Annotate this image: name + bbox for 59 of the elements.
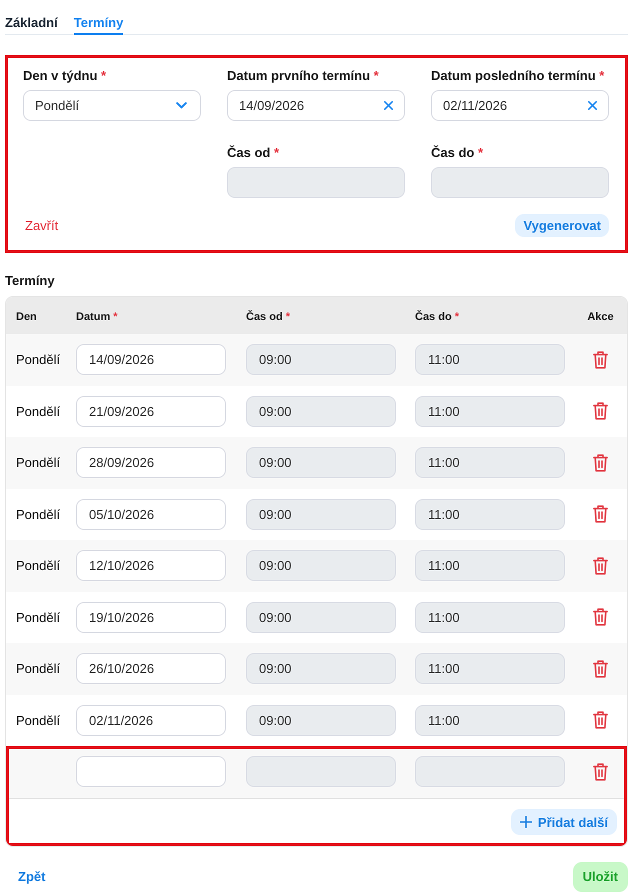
trash-icon — [593, 505, 608, 524]
close-icon[interactable] — [588, 101, 597, 110]
date-field[interactable]: 26/10/2026 — [76, 653, 226, 684]
trash-icon — [593, 660, 608, 678]
column-header: Den — [16, 311, 37, 323]
field-label: Čas do * — [431, 145, 484, 160]
table-cell: Pondělí — [16, 712, 60, 728]
trash-icon — [593, 454, 608, 472]
field-label: Den v týdnu * — [23, 68, 106, 83]
date-field[interactable]: 19/10/2026 — [76, 602, 226, 633]
date-field[interactable]: 05/10/2026 — [76, 498, 226, 530]
trash-icon — [593, 556, 608, 575]
delete-button[interactable] — [593, 762, 608, 781]
close-link[interactable]: Zavřít — [25, 218, 58, 233]
delete-button[interactable] — [593, 660, 608, 678]
generate-button[interactable]: Vygenerovat — [515, 214, 609, 237]
date-field[interactable]: 28/09/2026 — [76, 447, 226, 478]
delete-button[interactable] — [593, 454, 608, 472]
date-field[interactable] — [76, 756, 226, 788]
trash-icon — [593, 608, 608, 626]
delete-button[interactable] — [593, 505, 608, 524]
date-field[interactable]: 02/11/2026 — [76, 704, 226, 736]
column-header: Čas do * — [415, 311, 460, 323]
date-field[interactable]: 14/09/2026 — [76, 344, 226, 376]
add-row-button[interactable]: Přidat další — [510, 809, 617, 835]
date-field[interactable]: 12/10/2026 — [76, 550, 226, 582]
delete-button[interactable] — [593, 350, 608, 369]
delete-button[interactable] — [593, 402, 608, 420]
table-cell: Pondělí — [16, 352, 60, 368]
table-cell: Pondělí — [16, 404, 60, 419]
trash-icon — [593, 350, 608, 369]
close-icon[interactable] — [384, 101, 393, 110]
column-header: Čas od * — [246, 311, 290, 323]
date-field[interactable]: 14/09/2026 — [227, 90, 405, 121]
select-field[interactable]: Pondělí — [23, 90, 201, 121]
table-cell: Pondělí — [16, 558, 60, 574]
table-cell: Pondělí — [16, 506, 60, 522]
column-header: Datum * — [76, 311, 118, 323]
table-cell: Pondělí — [16, 661, 60, 676]
plus-icon — [520, 816, 532, 828]
field-label: Datum prvního termínu * — [227, 68, 379, 83]
date-field[interactable]: 21/09/2026 — [76, 396, 226, 427]
delete-button[interactable] — [593, 711, 608, 730]
trash-icon — [593, 762, 608, 781]
delete-button[interactable] — [593, 556, 608, 575]
section-title: Termíny — [5, 273, 56, 288]
table-cell: Pondělí — [16, 455, 60, 470]
chevron-down-icon — [176, 102, 187, 109]
delete-button[interactable] — [593, 608, 608, 626]
field-label: Čas od * — [227, 145, 280, 160]
table-cell: Pondělí — [16, 610, 60, 625]
tab[interactable]: Základní — [5, 0, 58, 35]
back-link[interactable]: Zpět — [18, 869, 46, 884]
trash-icon — [593, 711, 608, 730]
field-label: Datum posledního termínu * — [431, 68, 604, 83]
date-field[interactable]: 02/11/2026 — [431, 90, 609, 121]
trash-icon — [593, 402, 608, 420]
tab[interactable]: Termíny — [74, 0, 124, 35]
column-header: Akce — [587, 311, 614, 323]
